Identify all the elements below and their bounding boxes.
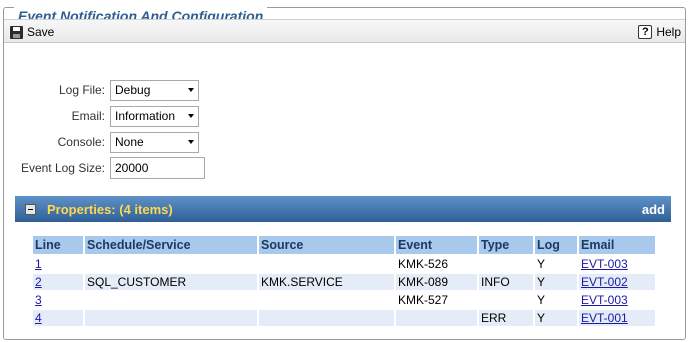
toolbar: Save ? Help	[4, 19, 685, 43]
log-file-value: Debug	[115, 83, 151, 97]
email-value: Information	[115, 109, 176, 123]
email-link[interactable]: EVT-003	[581, 257, 628, 271]
cell-line: 1	[33, 256, 83, 272]
table-row: 3 KMK-527 Y EVT-003	[33, 292, 655, 308]
table-row: 2 SQL_CUSTOMER KMK.SERVICE KMK-089 INFO …	[33, 274, 655, 290]
cell-type	[479, 256, 533, 272]
properties-panel-header: Properties: (4 items) add	[15, 196, 671, 222]
cell-event	[396, 310, 477, 326]
line-link[interactable]: 3	[35, 293, 42, 307]
cell-source	[259, 292, 394, 308]
cell-line: 2	[33, 274, 83, 290]
cell-log: Y	[537, 257, 546, 271]
log-file-label: Log File:	[58, 83, 105, 97]
save-icon	[10, 25, 23, 39]
column-header-type[interactable]: Type	[479, 236, 533, 254]
cell-email: EVT-001	[579, 310, 655, 326]
table-header-row: Line Schedule/Service Source Event Type …	[33, 236, 655, 254]
cell-line: 3	[33, 292, 83, 308]
column-header-schedule[interactable]: Schedule/Service	[85, 236, 257, 254]
properties-title: Properties: (4 items)	[47, 201, 173, 217]
email-row: Email: Information	[0, 105, 199, 127]
table-row: 4 ERR Y EVT-001	[33, 310, 655, 326]
cell-schedule	[85, 292, 257, 308]
cell-log: Y	[537, 293, 546, 307]
email-select[interactable]: Information	[110, 105, 199, 127]
cell-schedule	[85, 256, 257, 272]
column-header-log[interactable]: Log	[535, 236, 577, 254]
cell-source	[259, 310, 394, 326]
help-button[interactable]: ? Help	[638, 23, 681, 41]
event-log-size-input[interactable]: 20000	[110, 157, 205, 179]
add-link[interactable]: add	[642, 202, 665, 217]
chevron-down-icon	[188, 114, 194, 118]
cell-event: KMK-526	[398, 257, 449, 271]
collapse-icon[interactable]	[25, 203, 36, 215]
column-header-source[interactable]: Source	[259, 236, 394, 254]
console-select[interactable]: None	[110, 131, 199, 153]
column-header-email[interactable]: Email	[579, 236, 655, 254]
cell-log: Y	[535, 274, 577, 290]
console-row: Console: None	[0, 131, 199, 153]
help-icon: ?	[638, 25, 653, 39]
email-link[interactable]: EVT-003	[581, 293, 628, 307]
save-button[interactable]: Save	[10, 23, 54, 41]
column-header-line[interactable]: Line	[33, 236, 83, 254]
console-label: Console:	[57, 135, 105, 149]
cell-event: KMK-089	[396, 274, 477, 290]
line-link[interactable]: 1	[35, 257, 42, 271]
email-link[interactable]: EVT-001	[581, 311, 628, 325]
cell-type: ERR	[479, 310, 533, 326]
cell-type	[479, 292, 533, 308]
event-log-size-label: Event Log Size:	[20, 161, 105, 175]
cell-schedule	[85, 310, 257, 326]
chevron-down-icon	[188, 88, 194, 92]
chevron-down-icon	[188, 140, 194, 144]
cell-source	[259, 256, 394, 272]
properties-table: Line Schedule/Service Source Event Type …	[31, 234, 657, 328]
line-link[interactable]: 2	[35, 275, 42, 289]
table-row: 1 KMK-526 Y EVT-003	[33, 256, 655, 272]
help-label: Help	[656, 25, 681, 39]
line-link[interactable]: 4	[35, 311, 42, 325]
cell-line: 4	[33, 310, 83, 326]
cell-email: EVT-003	[579, 256, 655, 272]
cell-schedule: SQL_CUSTOMER	[85, 274, 257, 290]
cell-event: KMK-527	[398, 293, 449, 307]
cell-email: EVT-002	[579, 274, 655, 290]
cell-log: Y	[535, 310, 577, 326]
log-file-row: Log File: Debug	[0, 79, 199, 101]
email-label: Email:	[71, 109, 105, 123]
log-file-select[interactable]: Debug	[110, 79, 199, 101]
email-link[interactable]: EVT-002	[581, 275, 628, 289]
save-label: Save	[27, 25, 55, 39]
cell-source: KMK.SERVICE	[259, 274, 394, 290]
column-header-event[interactable]: Event	[396, 236, 477, 254]
cell-email: EVT-003	[579, 292, 655, 308]
console-value: None	[115, 135, 144, 149]
cell-type: INFO	[479, 274, 533, 290]
event-log-size-row: Event Log Size: 20000	[0, 157, 205, 179]
